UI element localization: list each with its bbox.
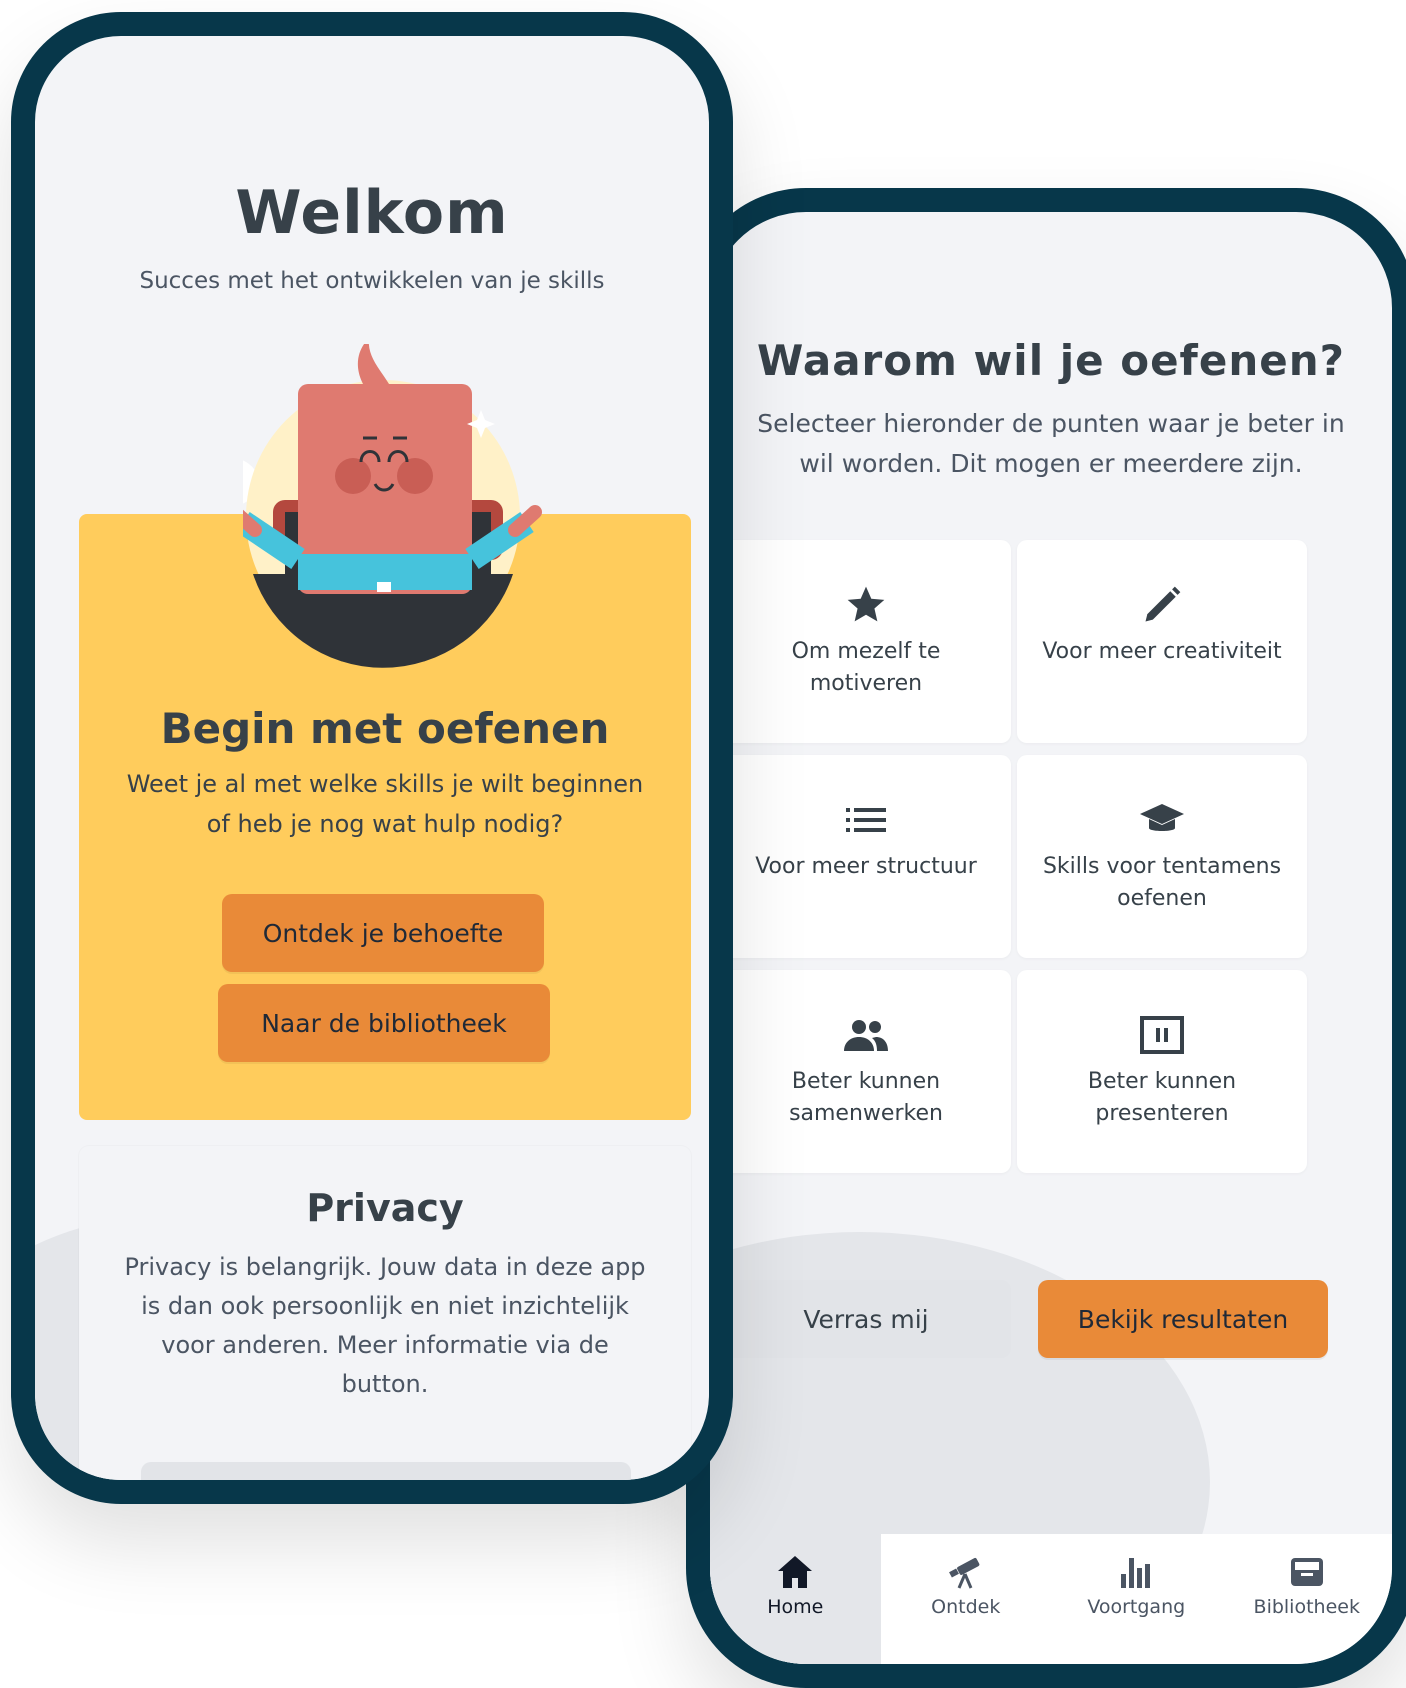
phone-right: Waarom wil je oefenen? Selecteer hierond… — [686, 188, 1406, 1688]
graduation-cap-icon — [1017, 795, 1307, 845]
to-library-button[interactable]: Naar de bibliotheek — [218, 984, 550, 1062]
option-tile-motivate[interactable]: Om mezelf te motiveren — [721, 540, 1011, 743]
option-tile-present[interactable]: Beter kunnen presenteren — [1017, 970, 1307, 1173]
view-results-button[interactable]: Bekijk resultaten — [1038, 1280, 1328, 1358]
bottom-nav: Home Ontdek Voortgang Bibliotheek — [710, 1534, 1392, 1664]
page-title: Waarom wil je oefenen? — [757, 336, 1345, 385]
option-tile-creativity[interactable]: Voor meer creativiteit — [1017, 540, 1307, 743]
pencil-icon — [1017, 580, 1307, 630]
phone-left: Welkom Succes met het ontwikkelen van je… — [11, 12, 733, 1504]
privacy-card: Privacy Privacy is belangrijk. Jouw data… — [79, 1146, 691, 1480]
option-label: Skills voor tentamens oefenen — [1042, 854, 1282, 911]
privacy-text: Privacy is belangrijk. Jouw data in deze… — [124, 1253, 646, 1398]
start-card-title: Begin met oefenen — [160, 704, 610, 753]
mascot-illustration — [243, 344, 542, 668]
option-label: Beter kunnen presenteren — [1087, 1069, 1237, 1126]
discover-needs-button[interactable]: Ontdek je behoefte — [222, 894, 544, 972]
presentation-icon — [1017, 1010, 1307, 1060]
nav-voortgang[interactable]: Voortgang — [1051, 1534, 1222, 1664]
home-icon — [778, 1556, 813, 1588]
page-subtitle: Selecteer hieronder de punten waar je be… — [757, 409, 1345, 478]
nav-label: Bibliotheek — [1253, 1596, 1360, 1618]
page-title: Welkom — [235, 178, 509, 248]
nav-home[interactable]: Home — [710, 1534, 881, 1664]
users-icon — [721, 1010, 1011, 1060]
privacy-title: Privacy — [306, 1186, 464, 1230]
option-label: Om mezelf te motiveren — [791, 639, 941, 696]
nav-label: Ontdek — [931, 1596, 1001, 1618]
star-icon — [721, 580, 1011, 630]
archive-icon — [1290, 1558, 1323, 1586]
nav-ontdek[interactable]: Ontdek — [881, 1534, 1052, 1664]
nav-label: Home — [767, 1596, 824, 1618]
option-tile-collaborate[interactable]: Beter kunnen samenwerken — [721, 970, 1011, 1173]
option-label: Beter kunnen samenwerken — [789, 1069, 943, 1126]
list-icon — [721, 795, 1011, 845]
nav-label: Voortgang — [1087, 1596, 1186, 1618]
option-label: Voor meer creativiteit — [1042, 639, 1282, 664]
option-tile-exams[interactable]: Skills voor tentamens oefenen — [1017, 755, 1307, 958]
telescope-icon — [948, 1558, 980, 1589]
option-label: Voor meer structuur — [755, 854, 977, 879]
start-card-text: Weet je al met welke skills je wilt begi… — [126, 770, 644, 838]
nav-bibliotheek[interactable]: Bibliotheek — [1222, 1534, 1393, 1664]
bar-chart-icon — [1121, 1558, 1151, 1588]
surprise-me-button[interactable]: Verras mij — [721, 1280, 1011, 1358]
privacy-terms-button[interactable]: Meer over privacy voorwaarden — [141, 1462, 631, 1480]
page-subtitle: Succes met het ontwikkelen van je skills — [139, 268, 605, 294]
option-tile-structure[interactable]: Voor meer structuur — [721, 755, 1011, 958]
